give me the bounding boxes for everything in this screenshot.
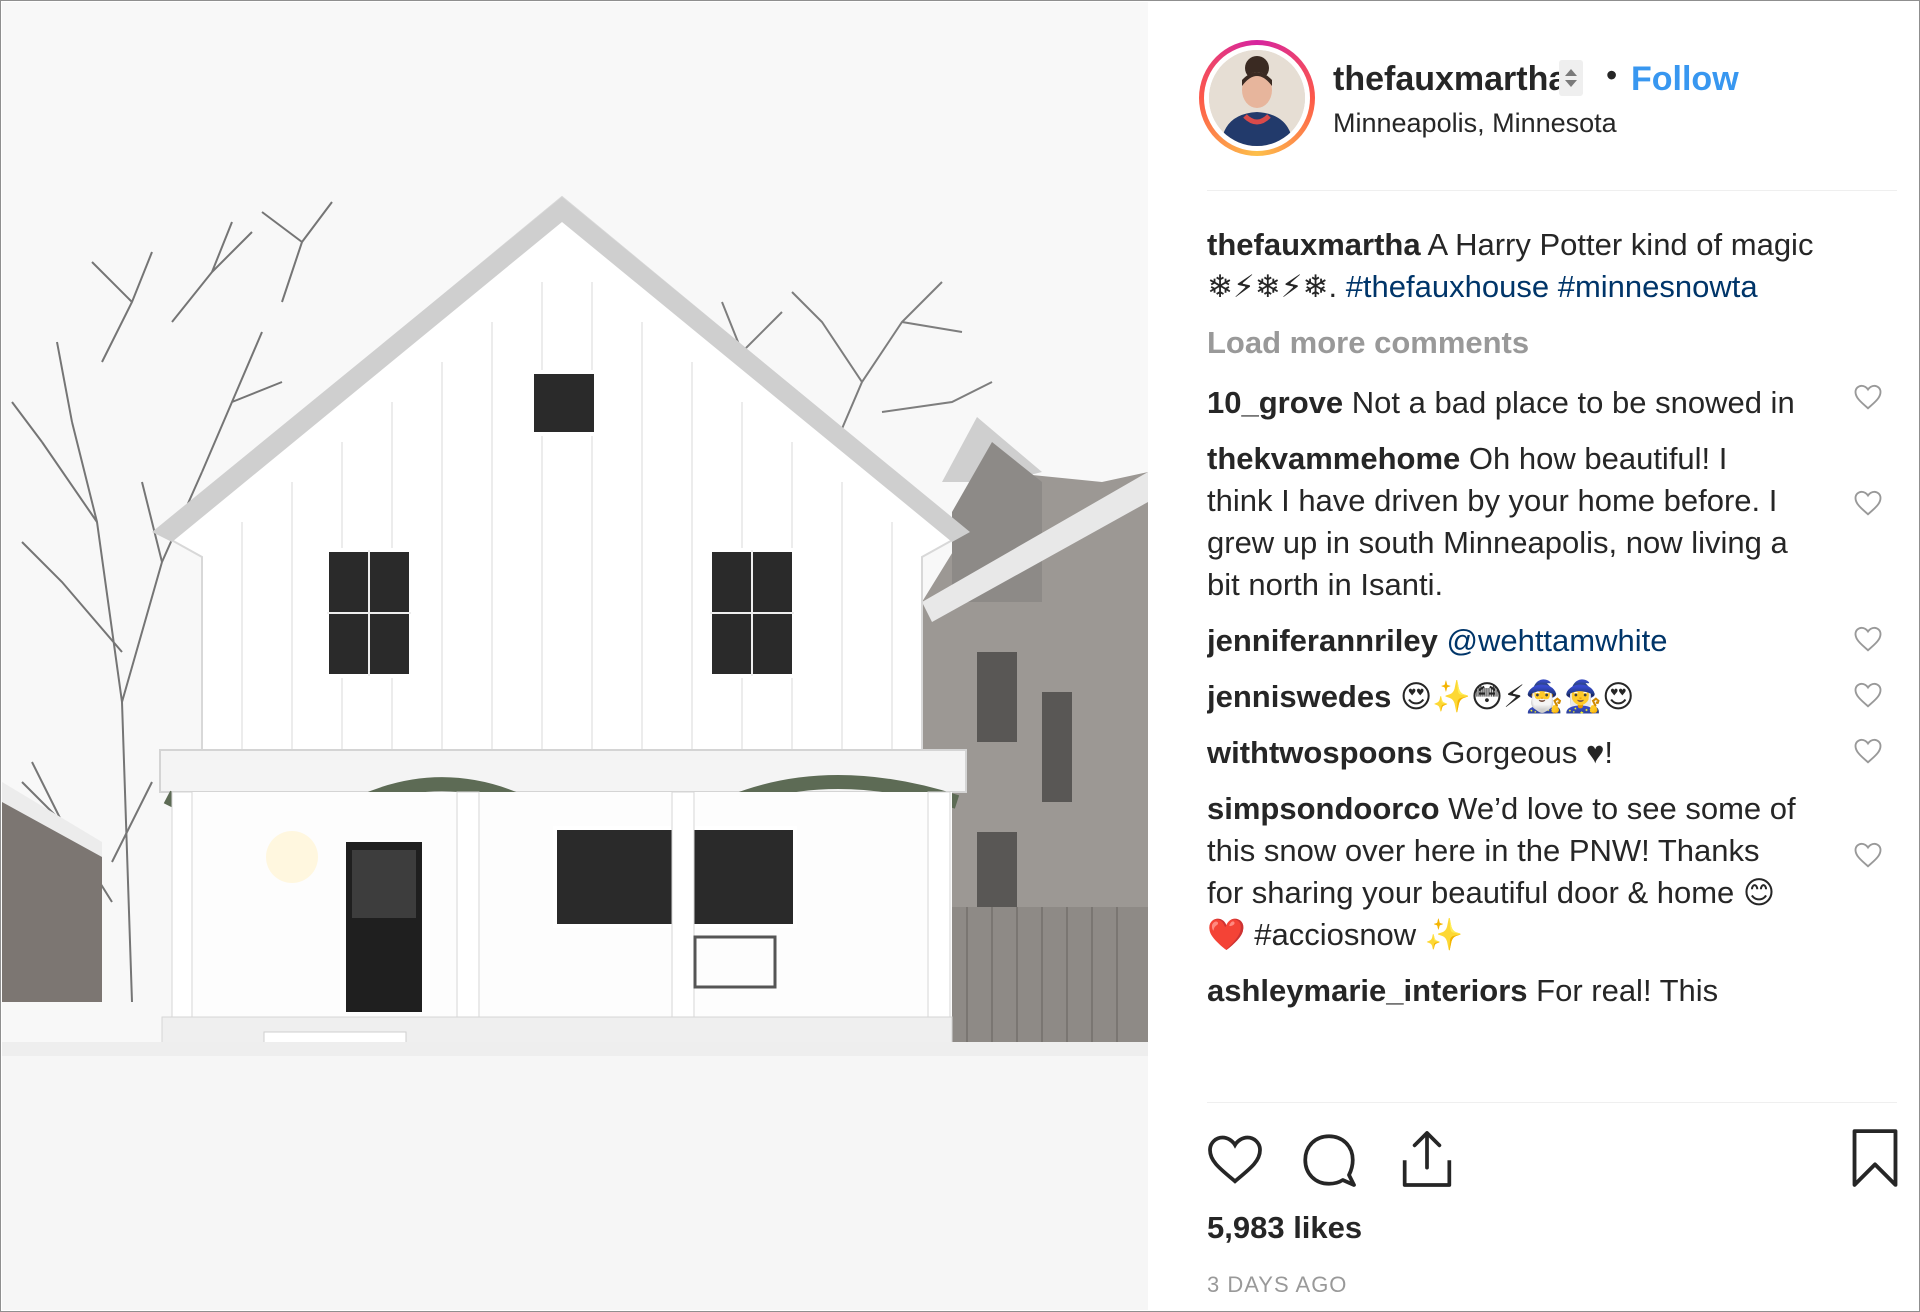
comment-text: For real! This	[1536, 973, 1719, 1008]
comment-username[interactable]: jenniferannriley	[1207, 623, 1438, 658]
comment-like-heart-icon[interactable]	[1853, 840, 1883, 870]
comment-mention-link[interactable]: @wehttamwhite	[1446, 623, 1667, 658]
share-icon[interactable]	[1397, 1128, 1457, 1190]
post-timestamp[interactable]: 3 DAYS AGO	[1207, 1272, 1347, 1298]
hashtag-link[interactable]: #thefauxhouse	[1346, 269, 1549, 304]
comment-bubble-icon[interactable]	[1299, 1130, 1359, 1190]
comment-item: thekvammehome Oh how beautiful! I think …	[1207, 438, 1897, 606]
avatar[interactable]	[1199, 40, 1315, 156]
comment-like-heart-icon[interactable]	[1853, 680, 1883, 710]
comment-text: 😍✨😳⚡🧙‍♂️🧙‍♀️😍	[1399, 679, 1635, 714]
bookmark-icon[interactable]	[1849, 1126, 1901, 1190]
comment-like-heart-icon[interactable]	[1853, 624, 1883, 654]
comment-text: Not a bad place to be snowed in	[1351, 385, 1795, 420]
comment-username[interactable]: thekvammehome	[1207, 441, 1460, 476]
header-divider	[1207, 190, 1897, 191]
comment-username[interactable]: 10_grove	[1207, 385, 1343, 420]
post-photo[interactable]	[2, 2, 1148, 1310]
heart-icon[interactable]	[1205, 1130, 1265, 1190]
actions-divider	[1207, 1102, 1897, 1103]
account-menu-arrows-icon[interactable]	[1559, 60, 1583, 96]
post-window: thefauxmartha • Follow Minneapolis, Minn…	[0, 0, 1920, 1312]
post-location[interactable]: Minneapolis, Minnesota	[1333, 108, 1617, 139]
likes-count[interactable]: 5,983 likes	[1207, 1210, 1362, 1246]
avatar-image	[1209, 50, 1305, 146]
comment-username[interactable]: simpsondoorco	[1207, 791, 1440, 826]
comment-item: jenniswedes 😍✨😳⚡🧙‍♂️🧙‍♀️😍	[1207, 676, 1897, 718]
caption-username[interactable]: thefauxmartha	[1207, 227, 1421, 262]
follow-button[interactable]: Follow	[1631, 60, 1739, 99]
comment-username[interactable]: ashleymarie_interiors	[1207, 973, 1528, 1008]
post-header: thefauxmartha • Follow Minneapolis, Minn…	[1149, 2, 1919, 190]
comment-item: ashleymarie_interiors For real! This	[1207, 970, 1897, 1012]
comment-username[interactable]: withtwospoons	[1207, 735, 1433, 770]
comment-text: Gorgeous ♥!	[1441, 735, 1613, 770]
post-username[interactable]: thefauxmartha	[1333, 60, 1567, 99]
comment-item: simpsondoorco We’d love to see some of t…	[1207, 788, 1897, 956]
comment-like-heart-icon[interactable]	[1853, 736, 1883, 766]
post-sidebar: thefauxmartha • Follow Minneapolis, Minn…	[1149, 2, 1919, 1310]
hashtag-link[interactable]: #minnesnowta	[1558, 269, 1758, 304]
comments-list[interactable]: thefauxmartha A Harry Potter kind of mag…	[1207, 224, 1897, 1096]
house-photo	[2, 2, 1148, 1310]
comment-username[interactable]: jenniswedes	[1207, 679, 1391, 714]
comment-like-heart-icon[interactable]	[1853, 382, 1883, 412]
post-caption: thefauxmartha A Harry Potter kind of mag…	[1207, 224, 1897, 308]
comment-item: 10_grove Not a bad place to be snowed in	[1207, 382, 1897, 424]
comment-like-heart-icon[interactable]	[1853, 488, 1883, 518]
separator-dot: •	[1606, 57, 1618, 93]
comment-item: withtwospoons Gorgeous ♥!	[1207, 732, 1897, 774]
load-more-comments-button[interactable]: Load more comments	[1207, 322, 1897, 364]
comment-item: jenniferannriley @wehttamwhite	[1207, 620, 1897, 662]
